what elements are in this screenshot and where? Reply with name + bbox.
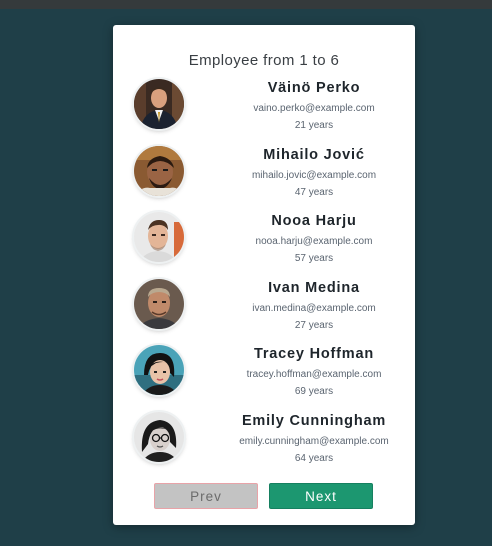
employee-email: vaino.perko@example.com bbox=[253, 103, 375, 114]
avatar bbox=[134, 145, 184, 196]
employee-name: Tracey Hoffman bbox=[254, 346, 374, 362]
employee-email: tracey.hoffman@example.com bbox=[246, 369, 382, 380]
employee-name: Väinö Perko bbox=[267, 80, 361, 96]
employee-name: Nooa Harju bbox=[271, 213, 357, 229]
page-title: Employee from 1 to 6 bbox=[188, 52, 340, 69]
next-button[interactable]: Next bbox=[269, 483, 373, 509]
employee-age: 69 years bbox=[294, 386, 334, 397]
list-item: Nooa Harju nooa.harju@example.com 57 yea… bbox=[113, 211, 415, 278]
list-item: Emily Cunningham emily.cunningham@exampl… bbox=[113, 411, 415, 478]
employee-email: nooa.harju@example.com bbox=[255, 236, 373, 247]
list-item: Tracey Hoffman tracey.hoffman@example.co… bbox=[113, 344, 415, 411]
employee-list: Väinö Perko vaino.perko@example.com 21 y… bbox=[113, 78, 415, 477]
list-item: Väinö Perko vaino.perko@example.com 21 y… bbox=[113, 78, 415, 145]
top-bar bbox=[0, 0, 492, 9]
list-item: Mihailo Jović mihailo.jovic@example.com … bbox=[113, 145, 415, 212]
employee-name: Ivan Medina bbox=[268, 279, 360, 296]
avatar bbox=[134, 212, 184, 262]
employee-age: 27 years bbox=[294, 319, 334, 331]
employee-age: 47 years bbox=[294, 186, 334, 198]
employee-name: Mihailo Jović bbox=[263, 146, 365, 163]
employee-age: 64 years bbox=[294, 452, 334, 464]
avatar bbox=[134, 345, 184, 395]
avatar bbox=[134, 278, 184, 329]
employee-age: 57 years bbox=[294, 253, 334, 264]
employee-email: ivan.medina@example.com bbox=[252, 302, 376, 314]
employee-card: Employee from 1 to 6 Väinö Perko vaino.p… bbox=[113, 25, 415, 525]
employee-name: Emily Cunningham bbox=[241, 412, 387, 429]
list-item: Ivan Medina ivan.medina@example.com 27 y… bbox=[113, 278, 415, 345]
employee-age: 21 years bbox=[294, 120, 334, 131]
employee-email: mihailo.jovic@example.com bbox=[251, 169, 377, 181]
employee-email: emily.cunningham@example.com bbox=[239, 435, 389, 447]
avatar bbox=[134, 79, 184, 129]
prev-button[interactable]: Prev bbox=[154, 483, 258, 509]
avatar bbox=[134, 411, 184, 462]
